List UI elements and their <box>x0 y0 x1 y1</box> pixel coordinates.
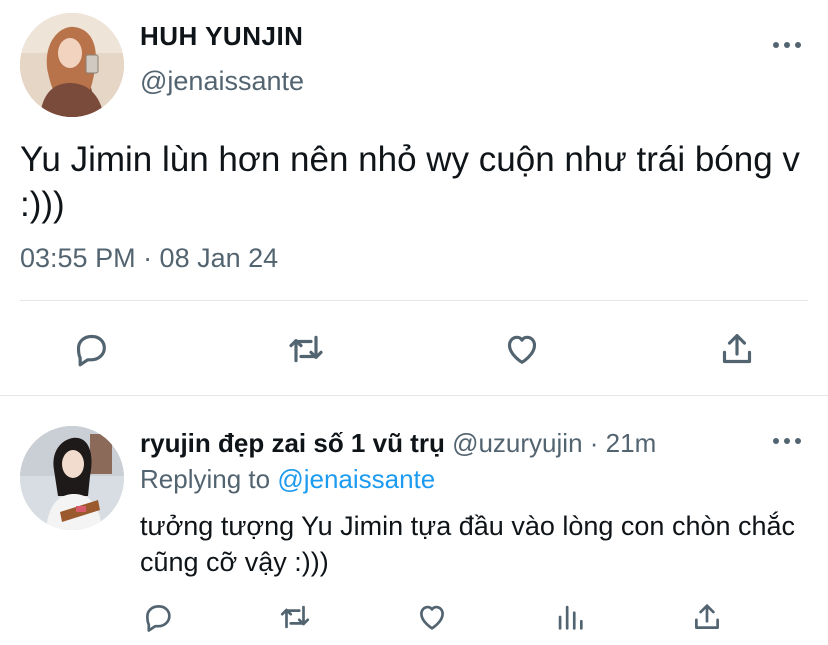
reply-time[interactable]: 21m <box>606 428 657 458</box>
author-avatar[interactable] <box>20 13 124 117</box>
reply-header: ryujin đẹp zai số 1 vũ trụ @uzuryujin · … <box>140 428 656 459</box>
reply-action-like-icon[interactable] <box>413 598 451 636</box>
tweet-text: Yu Jimin lùn hơn nên nhỏ wy cuộn như trá… <box>20 140 800 224</box>
reply-author-handle[interactable]: @uzuryujin <box>452 428 582 458</box>
replying-to-label: Replying to <box>140 464 271 494</box>
more-options-icon[interactable] <box>773 42 801 50</box>
reply-action-reply-icon[interactable] <box>139 598 177 636</box>
author-display-name[interactable]: HUH YUNJIN <box>140 21 303 52</box>
reply-author-name[interactable]: ryujin đẹp zai số 1 vũ trụ <box>140 428 445 458</box>
tweet-timestamp[interactable]: 03:55 PM · 08 Jan 24 <box>20 243 278 274</box>
share-icon[interactable] <box>715 327 759 371</box>
retweet-icon[interactable] <box>284 327 328 371</box>
reply-author-avatar[interactable] <box>20 426 124 530</box>
reply-action-share-icon[interactable] <box>688 598 726 636</box>
tweet-separator <box>0 395 828 396</box>
reply-more-options-icon[interactable] <box>773 438 801 446</box>
author-handle[interactable]: @jenaissante <box>140 66 304 97</box>
reply-icon[interactable] <box>69 327 113 371</box>
reply-action-analytics-icon[interactable] <box>551 598 589 636</box>
tweet-divider <box>20 300 808 301</box>
reply-separator-dot: · <box>589 428 599 458</box>
like-icon[interactable] <box>500 327 544 371</box>
avatar-image <box>20 13 124 117</box>
reply-action-retweet-icon[interactable] <box>276 598 314 636</box>
reply-text: tưởng tượng Yu Jimin tựa đầu vào lòng co… <box>140 511 796 577</box>
avatar-image <box>20 426 124 530</box>
replying-to-mention[interactable]: @jenaissante <box>277 464 435 494</box>
replying-to-line: Replying to @jenaissante <box>140 464 435 495</box>
